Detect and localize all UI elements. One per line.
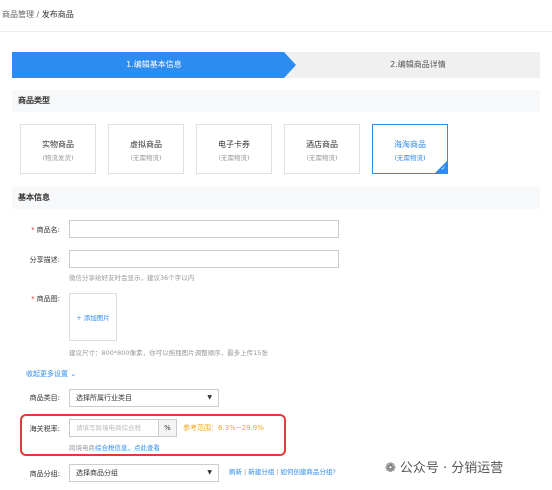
type-card-physical[interactable]: 实物商品 (物流发货) xyxy=(20,124,96,174)
share-desc-input[interactable] xyxy=(69,250,339,268)
wechat-icon: ❁ xyxy=(385,461,396,476)
step-product-detail[interactable]: 2.编辑商品详情 xyxy=(296,52,540,78)
step-bar: 1.编辑基本信息 2.编辑商品详情 xyxy=(12,52,540,78)
separator: | xyxy=(244,468,247,476)
divider xyxy=(0,31,552,32)
category-select[interactable]: 选择所属行业类目 ▼ xyxy=(69,389,219,407)
step-basic-info[interactable]: 1.编辑基本信息 xyxy=(12,52,296,78)
type-sub: (物流发货) xyxy=(42,154,74,162)
product-name-input[interactable] xyxy=(69,220,339,238)
tax-hint: 跨境电商综合税信息，点此查看 xyxy=(69,442,160,452)
watermark: ❁ 公众号 · 分销运营 xyxy=(385,457,503,476)
type-sub: (无需物流) xyxy=(130,154,162,162)
separator: | xyxy=(276,468,279,476)
share-desc-hint: 微信分享给好友时会显示，建议36个字以内 xyxy=(69,274,195,282)
type-title: 虚拟商品 xyxy=(130,140,162,149)
type-title: 实物商品 xyxy=(42,140,74,149)
type-card-virtual[interactable]: 虚拟商品 (无需物流) xyxy=(108,124,184,174)
share-desc-label: 分享描述: xyxy=(29,256,60,264)
required-mark: * xyxy=(31,295,35,303)
how-to-create-group-link[interactable]: 如何创建商品分组? xyxy=(280,468,335,476)
category-select-value: 选择所属行业类目 xyxy=(76,394,132,402)
type-title: 酒店商品 xyxy=(306,140,338,149)
type-sub: (无需物流) xyxy=(306,154,338,162)
group-select[interactable]: 选择商品分组 ▼ xyxy=(69,464,219,482)
tax-reference-range: 参考范围：6.3%~29.9% xyxy=(183,424,264,432)
breadcrumb-parent[interactable]: 商品管理 xyxy=(2,10,34,19)
section-basic-info: 基本信息 xyxy=(12,187,540,209)
customs-tax-label: 海关税率: xyxy=(29,425,60,433)
percent-unit: % xyxy=(159,419,177,437)
breadcrumb-current: 发布商品 xyxy=(41,10,74,19)
type-title: 电子卡券 xyxy=(218,140,250,149)
required-mark: * xyxy=(31,226,35,234)
image-hint: 建议尺寸：800*800像素，你可以拖拽图片调整顺序，最多上传15张 xyxy=(69,349,268,357)
new-group-link[interactable]: 新建分组 xyxy=(248,468,274,476)
product-image-label: * 商品图: xyxy=(6,294,60,304)
group-links: 刷新 | 新建分组 | 如何创建商品分组? xyxy=(229,466,336,476)
category-label: 商品类目: xyxy=(29,394,60,402)
chevron-down-icon: ▼ xyxy=(207,469,212,476)
type-title: 海淘商品 xyxy=(394,140,426,149)
add-image-button[interactable]: + 添加图片 xyxy=(69,293,117,341)
breadcrumb: 商品管理 / 发布商品 xyxy=(2,9,74,20)
tax-info-link[interactable]: 综合税信息，点此查看 xyxy=(95,444,160,452)
product-image-label-text: 商品图: xyxy=(36,295,60,303)
watermark-text: 公众号 · 分销运营 xyxy=(399,461,504,476)
type-card-ecard[interactable]: 电子卡券 (无需物流) xyxy=(196,124,272,174)
group-label: 商品分组: xyxy=(29,470,60,478)
type-card-hotel[interactable]: 酒店商品 (无需物流) xyxy=(284,124,360,174)
section-product-type: 商品类型 xyxy=(12,90,540,112)
refresh-link[interactable]: 刷新 xyxy=(229,468,242,476)
tax-hint-text: 跨境电商 xyxy=(69,444,95,452)
type-sub: (无需物流) xyxy=(218,154,250,162)
breadcrumb-sep: / xyxy=(34,10,42,19)
product-name-label: * 商品名: xyxy=(6,225,60,235)
collapse-settings-link[interactable]: 收起更多设置 ⌄ xyxy=(26,369,76,379)
check-icon: ✓ xyxy=(440,165,446,172)
customs-tax-input[interactable]: 请填写跨境电商综合税 xyxy=(69,419,159,437)
type-card-crossborder[interactable]: 海淘商品 (无需物流) ✓ xyxy=(372,124,448,174)
group-select-value: 选择商品分组 xyxy=(76,469,118,477)
product-name-label-text: 商品名: xyxy=(36,226,60,234)
chevron-down-icon: ▼ xyxy=(207,394,212,401)
